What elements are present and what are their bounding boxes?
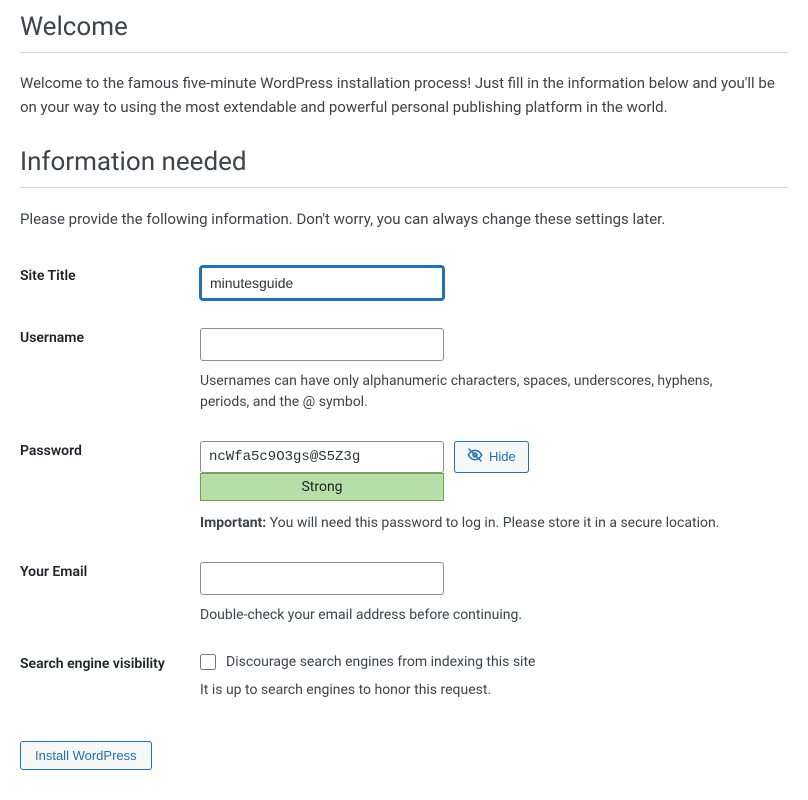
search-visibility-label: Search engine visibility [20, 644, 200, 719]
welcome-intro: Welcome to the famous five-minute WordPr… [20, 71, 788, 119]
welcome-heading: Welcome [20, 12, 788, 53]
email-input[interactable] [200, 562, 444, 594]
email-label: Your Email [20, 552, 200, 643]
password-important-label: Important: [200, 515, 266, 531]
password-strength: Strong [200, 473, 444, 501]
password-label: Password [20, 431, 200, 552]
site-title-input[interactable] [200, 266, 444, 300]
password-important: Important: You will need this password t… [200, 513, 788, 534]
info-intro: Please provide the following information… [20, 210, 788, 228]
username-desc: Usernames can have only alphanumeric cha… [200, 371, 765, 413]
email-desc: Double-check your email address before c… [200, 605, 765, 626]
search-visibility-checkbox-label: Discourage search engines from indexing … [226, 654, 535, 670]
install-wordpress-button[interactable]: Install WordPress [20, 741, 152, 770]
password-input[interactable] [200, 441, 444, 473]
eye-slash-icon [467, 447, 483, 466]
hide-password-label: Hide [489, 449, 516, 464]
hide-password-button[interactable]: Hide [454, 441, 529, 473]
install-form: Site Title Username Usernames can have o… [20, 256, 788, 719]
username-input[interactable] [200, 328, 444, 360]
site-title-label: Site Title [20, 256, 200, 318]
info-heading: Information needed [20, 147, 788, 188]
password-important-text: You will need this password to log in. P… [266, 515, 719, 531]
search-visibility-checkbox[interactable] [200, 654, 216, 670]
search-visibility-desc: It is up to search engines to honor this… [200, 680, 765, 701]
username-label: Username [20, 318, 200, 430]
